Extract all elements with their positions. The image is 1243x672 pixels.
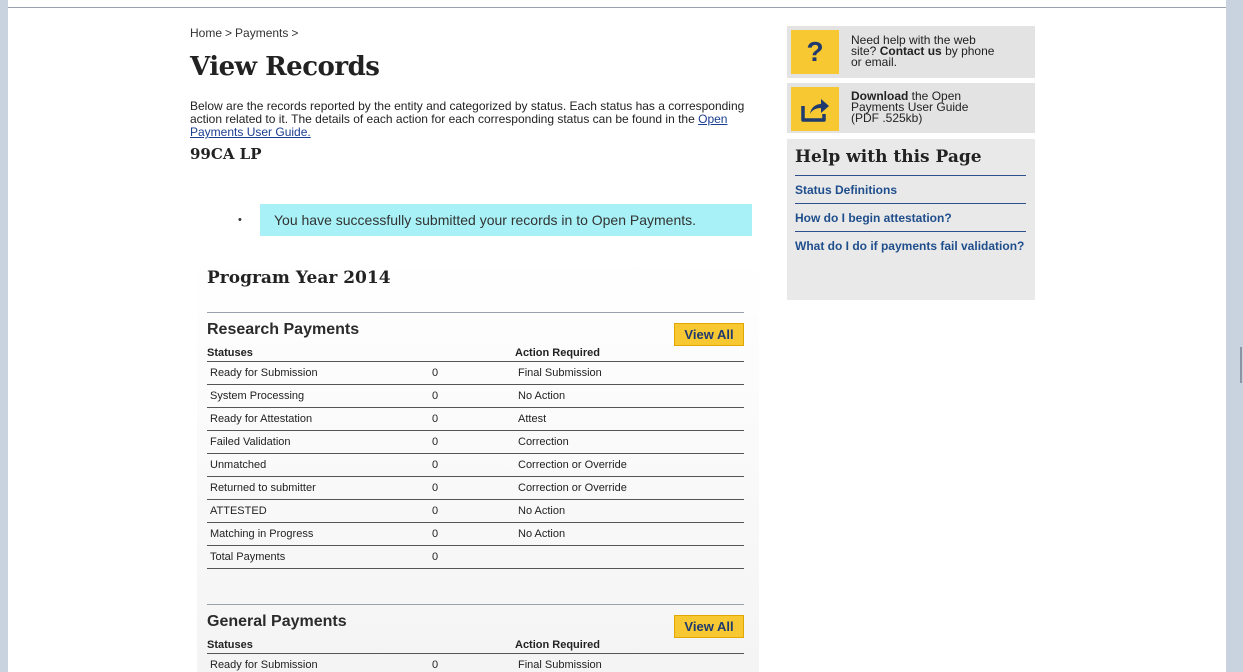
status-cell: System Processing [207, 384, 429, 408]
table-row: Returned to submitter 0 Correction or Over… [207, 476, 744, 500]
share-arrow-icon [791, 87, 839, 131]
count-cell: 0 [429, 407, 515, 431]
success-notice: • You have successfully submitted your r… [238, 204, 752, 236]
notice-bullet: • [238, 214, 242, 226]
intro-text: Below are the records reported by the en… [190, 100, 746, 139]
vertical-scrollbar[interactable] [1226, 0, 1243, 672]
download-guide-text: Download the Open Payments User Guide (P… [839, 83, 968, 124]
research-payments-title: Research Payments [207, 321, 360, 338]
table-row: Failed Validation 0 Correction [207, 430, 744, 454]
action-cell: Final Submission [515, 361, 744, 385]
status-cell: Total Payments [207, 545, 429, 569]
count-cell: 0 [429, 522, 515, 546]
research-payments-section: Research Payments View All Statuses Acti… [207, 312, 744, 569]
table-row: Unmatched 0 Correction or Override [207, 453, 744, 477]
header-divider [8, 7, 1226, 8]
scrollbar-thumb[interactable] [1240, 347, 1242, 383]
column-header-statuses: Statuses [207, 345, 429, 362]
section-header: Research Payments View All [207, 313, 744, 346]
count-cell: 0 [429, 545, 515, 569]
question-mark-icon: ? [791, 30, 839, 74]
status-cell: Ready for Submission [207, 361, 429, 385]
share-arrow-svg [801, 99, 829, 122]
table-row: Ready for Submission 0 Final Submission [207, 653, 744, 672]
action-cell: No Action [515, 499, 744, 523]
status-definitions-link[interactable]: Status Definitions [795, 176, 1026, 203]
table-row: Matching in Progress 0 No Action [207, 522, 744, 546]
action-cell: No Action [515, 384, 744, 408]
breadcrumb-payments[interactable]: Payments [235, 26, 288, 40]
status-cell: Ready for Submission [207, 653, 429, 672]
breadcrumb: Home > Payments > [190, 26, 752, 42]
help-with-page-box: Help with this Page Status Definitions H… [787, 139, 1035, 300]
count-cell: 0 [429, 653, 515, 672]
count-cell: 0 [429, 499, 515, 523]
general-view-all-button[interactable]: View All [674, 615, 744, 638]
action-cell: Correction or Override [515, 476, 744, 500]
begin-attestation-link[interactable]: How do I begin attestation? [795, 204, 1026, 231]
action-cell: Correction or Override [515, 453, 744, 477]
table-row: System Processing 0 No Action [207, 384, 744, 408]
breadcrumb-separator: > [225, 26, 233, 40]
general-payments-section: General Payments View All Statuses Actio… [207, 604, 744, 672]
table-header-row: Statuses Action Required [207, 637, 744, 654]
action-cell: Attest [515, 407, 744, 431]
table-row-total: Total Payments 0 [207, 545, 744, 569]
column-header-statuses: Statuses [207, 637, 429, 654]
general-status-table: Statuses Action Required Ready for Submi… [207, 637, 744, 672]
status-cell: Failed Validation [207, 430, 429, 454]
count-cell: 0 [429, 384, 515, 408]
action-cell: Final Submission [515, 653, 744, 672]
help-sidebar: ? Need help with the web site? Contact u… [787, 26, 1035, 300]
table-row: Ready for Attestation 0 Attest [207, 407, 744, 431]
main-content: Home > Payments > View Records Below are th… [190, 26, 752, 236]
count-cell: 0 [429, 453, 515, 477]
question-mark-glyph: ? [806, 36, 824, 67]
status-cell: Returned to submitter [207, 476, 429, 500]
column-header-action: Action Required [515, 345, 744, 362]
action-cell: No Action [515, 522, 744, 546]
contact-help-box[interactable]: ? Need help with the web site? Contact u… [787, 26, 1035, 78]
breadcrumb-home[interactable]: Home [190, 26, 222, 40]
help-page-title: Help with this Page [795, 147, 982, 167]
program-year-title: Program Year 2014 [207, 268, 391, 288]
status-cell: Matching in Progress [207, 522, 429, 546]
action-cell: Correction [515, 430, 744, 454]
table-header-row: Statuses Action Required [207, 345, 744, 362]
status-cell: Ready for Attestation [207, 407, 429, 431]
general-payments-title: General Payments [207, 613, 347, 630]
column-header-action: Action Required [515, 637, 744, 654]
column-header-count [429, 637, 515, 654]
research-view-all-button[interactable]: View All [674, 323, 744, 346]
program-year-panel: Program Year 2014 Research Payments View… [197, 255, 759, 672]
left-window-border [0, 0, 8, 672]
intro-body: Below are the records reported by the en… [190, 99, 745, 126]
table-row: ATTESTED 0 No Action [207, 499, 744, 523]
count-cell: 0 [429, 361, 515, 385]
column-header-count [429, 345, 515, 362]
failed-validation-link[interactable]: What do I do if payments fail validation… [795, 232, 1026, 259]
success-message: You have successfully submitted your rec… [260, 204, 752, 236]
table-row: Ready for Submission 0 Final Submission [207, 361, 744, 385]
status-cell: Unmatched [207, 453, 429, 477]
count-cell: 0 [429, 430, 515, 454]
breadcrumb-separator: > [291, 26, 299, 40]
help-line-3: or email. [851, 55, 898, 69]
help-line-2-post: by phone [945, 44, 995, 58]
download-guide-box[interactable]: Download the Open Payments User Guide (P… [787, 83, 1035, 133]
download-line-3: (PDF .525kb) [851, 111, 923, 125]
research-status-table: Statuses Action Required Ready for Submi… [207, 345, 744, 569]
count-cell: 0 [429, 476, 515, 500]
section-header: General Payments View All [207, 605, 744, 638]
contact-help-text: Need help with the web site? Contact us … [839, 26, 994, 68]
status-cell: ATTESTED [207, 499, 429, 523]
page-title: View Records [190, 52, 380, 82]
action-cell [515, 545, 744, 569]
entity-name: 99CA LP [190, 145, 262, 163]
